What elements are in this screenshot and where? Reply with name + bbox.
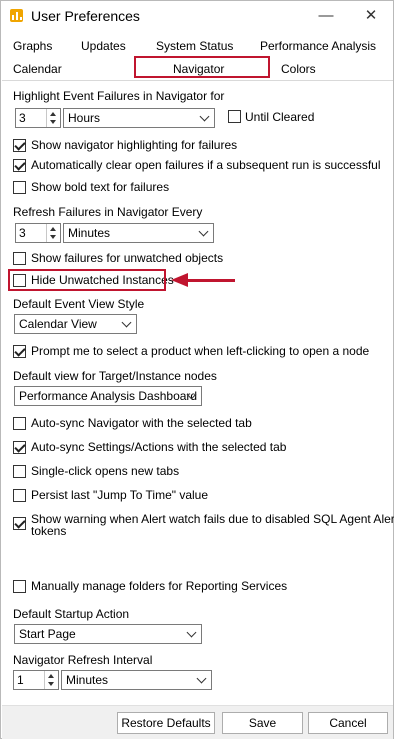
default-event-view-dropdown[interactable]: Calendar View xyxy=(14,314,137,334)
tab-calendar[interactable]: Calendar xyxy=(13,62,62,76)
tab-updates[interactable]: Updates xyxy=(81,39,126,53)
tab-system-status[interactable]: System Status xyxy=(156,39,233,53)
reporting-services-checkbox[interactable] xyxy=(13,580,26,593)
stepper-arrows-icon[interactable] xyxy=(44,671,58,689)
callout-arrow-shaft xyxy=(187,279,235,282)
default-target-view-label: Default view for Target/Instance nodes xyxy=(13,369,217,383)
callout-arrow-icon xyxy=(171,273,188,287)
single-click-tabs-label: Single-click opens new tabs xyxy=(31,464,180,478)
persist-jump-to-time-checkbox[interactable] xyxy=(13,489,26,502)
dropdown-value: Calendar View xyxy=(19,317,97,331)
stepper-arrows-icon[interactable] xyxy=(46,109,60,127)
chevron-down-icon xyxy=(198,226,209,237)
close-icon: ✕ xyxy=(364,7,378,24)
startup-action-dropdown[interactable]: Start Page xyxy=(14,624,202,644)
chevron-down-icon xyxy=(121,317,132,328)
dropdown-value: Minutes xyxy=(68,226,111,240)
close-button[interactable]: ✕ xyxy=(357,5,385,27)
minimize-icon: — xyxy=(318,7,334,24)
prompt-product-label: Prompt me to select a product when left-… xyxy=(31,344,370,358)
refresh-failures-unit-dropdown[interactable]: Minutes xyxy=(63,223,214,243)
single-click-tabs-checkbox[interactable] xyxy=(13,465,26,478)
bold-text-label: Show bold text for failures xyxy=(31,180,170,194)
autosync-settings-checkbox[interactable] xyxy=(13,441,26,454)
autosync-navigator-checkbox[interactable] xyxy=(13,417,26,430)
auto-clear-failures-label: Automatically clear open failures if a s… xyxy=(31,158,381,172)
preferences-window: User Preferences — ✕ Graphs Updates Syst… xyxy=(0,0,394,739)
auto-clear-failures-checkbox[interactable] xyxy=(13,159,26,172)
tab-graphs[interactable]: Graphs xyxy=(13,39,52,53)
chevron-down-icon xyxy=(186,627,197,638)
stepper-value: 1 xyxy=(17,673,24,687)
title-bar: User Preferences — ✕ xyxy=(1,1,393,33)
active-tab-highlight xyxy=(134,56,270,78)
reporting-services-label: Manually manage folders for Reporting Se… xyxy=(31,579,288,593)
restore-defaults-button[interactable]: Restore Defaults xyxy=(117,712,215,734)
highlight-failures-label: Highlight Event Failures in Navigator fo… xyxy=(13,89,225,103)
minimize-button[interactable]: — xyxy=(312,5,340,27)
save-button[interactable]: Save xyxy=(222,712,303,734)
default-event-view-label: Default Event View Style xyxy=(13,297,145,311)
dropdown-value: Hours xyxy=(68,111,101,125)
persist-jump-to-time-label: Persist last "Jump To Time" value xyxy=(31,488,209,502)
stepper-value: 3 xyxy=(19,111,26,125)
default-target-view-dropdown[interactable]: Performance Analysis Dashboard xyxy=(14,386,202,406)
show-unwatched-failures-checkbox[interactable] xyxy=(13,252,26,265)
alert-warning-label-line1: Show warning when Alert watch fails due … xyxy=(31,512,394,526)
autosync-navigator-label: Auto-sync Navigator with the selected ta… xyxy=(31,416,252,430)
show-unwatched-failures-label: Show failures for unwatched objects xyxy=(31,251,224,265)
tab-performance-analysis[interactable]: Performance Analysis xyxy=(260,39,376,53)
dropdown-value: Performance Analysis Dashboard xyxy=(19,389,198,403)
startup-action-label: Default Startup Action xyxy=(13,607,130,621)
show-highlighting-checkbox[interactable] xyxy=(13,139,26,152)
app-icon xyxy=(10,9,23,22)
tab-colors[interactable]: Colors xyxy=(281,62,316,76)
show-highlighting-label: Show navigator highlighting for failures xyxy=(31,138,238,152)
dropdown-value: Start Page xyxy=(19,627,76,641)
nav-refresh-unit-dropdown[interactable]: Minutes xyxy=(61,670,212,690)
prompt-product-checkbox[interactable] xyxy=(13,345,26,358)
alert-warning-label-line2: tokens xyxy=(31,524,67,538)
chevron-down-icon xyxy=(196,673,207,684)
dialog-footer: Restore Defaults Save Cancel xyxy=(2,705,393,739)
chevron-down-icon xyxy=(199,111,210,122)
bold-text-checkbox[interactable] xyxy=(13,181,26,194)
refresh-failures-label: Refresh Failures in Navigator Every xyxy=(13,205,203,219)
refresh-failures-number-stepper[interactable]: 3 xyxy=(15,223,61,243)
highlight-failures-number-stepper[interactable]: 3 xyxy=(15,108,61,128)
alert-warning-checkbox[interactable] xyxy=(13,517,26,530)
nav-refresh-label: Navigator Refresh Interval xyxy=(13,653,153,667)
cancel-button[interactable]: Cancel xyxy=(308,712,388,734)
window-title: User Preferences xyxy=(31,8,140,24)
hide-unwatched-highlight-box xyxy=(8,269,166,291)
autosync-settings-label: Auto-sync Settings/Actions with the sele… xyxy=(31,440,287,454)
until-cleared-label: Until Cleared xyxy=(245,110,315,124)
stepper-value: 3 xyxy=(19,226,26,240)
nav-refresh-number-stepper[interactable]: 1 xyxy=(13,670,59,690)
stepper-arrows-icon[interactable] xyxy=(46,224,60,242)
dropdown-value: Minutes xyxy=(66,673,109,687)
highlight-failures-unit-dropdown[interactable]: Hours xyxy=(63,108,215,128)
until-cleared-checkbox[interactable] xyxy=(228,110,241,123)
